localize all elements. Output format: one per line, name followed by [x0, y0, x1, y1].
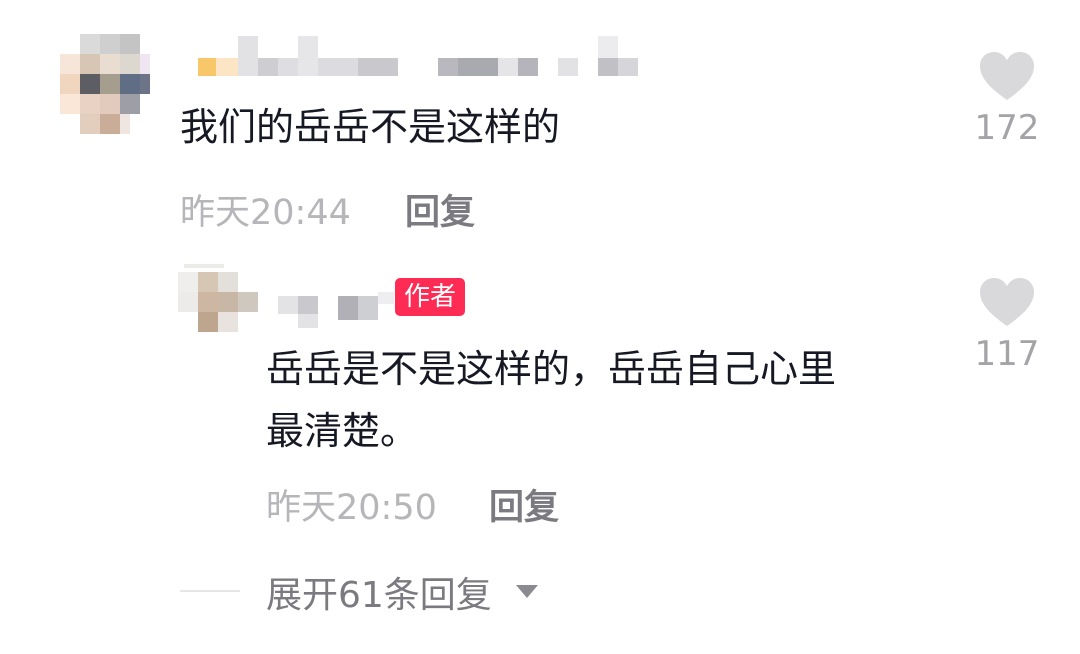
reply-like-count: 117	[974, 334, 1040, 374]
reply-reply-button[interactable]: 回复	[489, 479, 559, 530]
expand-replies[interactable]: 展开61条回复	[180, 564, 560, 620]
author-badge: 作者	[395, 278, 466, 316]
comment-timestamp: 昨天20:44	[180, 193, 351, 233]
reply-username-blurred[interactable]	[276, 282, 396, 330]
reply-timestamp: 昨天20:50	[266, 488, 437, 528]
caret-down-icon	[516, 585, 538, 598]
username-blurred[interactable]	[196, 36, 641, 78]
reply-text: 岳岳是不是这样的，岳岳自己心里 最清楚。	[266, 347, 837, 453]
expand-divider	[180, 590, 240, 592]
expand-replies-label[interactable]: 展开61条回复	[266, 566, 492, 618]
avatar[interactable]	[58, 34, 150, 136]
like-button[interactable]: 172	[962, 46, 1052, 156]
heart-icon	[980, 278, 1034, 326]
heart-icon	[980, 52, 1034, 100]
comment-text: 我们的岳岳不是这样的	[180, 105, 561, 149]
reply-avatar[interactable]	[176, 264, 262, 336]
like-count: 172	[974, 108, 1040, 148]
reply-button[interactable]: 回复	[405, 184, 475, 235]
reply-like-button[interactable]: 117	[962, 272, 1052, 382]
